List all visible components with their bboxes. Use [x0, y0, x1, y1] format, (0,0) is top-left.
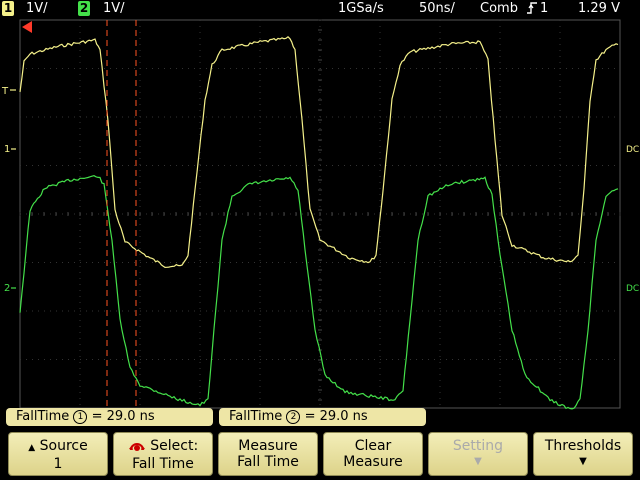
ch2-coupling-label: DC	[626, 284, 639, 294]
ch2-badge[interactable]: 2	[78, 1, 90, 16]
measurement-label: FallTime	[229, 409, 283, 424]
source-softkey[interactable]: ▲ Source 1	[8, 432, 108, 476]
channel-number-icon: 2	[286, 409, 301, 424]
ch1-scale: 1V/	[26, 1, 48, 16]
trigger-level: 1.29 V	[578, 1, 620, 16]
status-bar: 1 1V/ 2 1V/ 1GSa/s 50ns/ Comb 1 1.29 V	[0, 0, 640, 18]
softkey-label: Setting	[452, 438, 504, 454]
ch2-waveform	[19, 175, 619, 410]
softkey-value: Fall Time	[237, 454, 299, 470]
measurement-value: = 29.0 ns	[304, 409, 368, 424]
measure-fall-time-softkey[interactable]: Measure Fall Time	[218, 432, 318, 476]
select-softkey[interactable]: Select: Fall Time	[113, 432, 213, 476]
ch1-coupling-label: DC	[626, 145, 639, 155]
ch1-ground-marker: 1	[4, 144, 10, 155]
softkey-value: Fall Time	[132, 456, 194, 472]
timebase: 50ns/	[419, 1, 455, 16]
measurement-value: = 29.0 ns	[91, 409, 155, 424]
ch2-scale: 1V/	[103, 1, 125, 16]
sample-rate: 1GSa/s	[338, 1, 384, 16]
ch1-waveform	[19, 36, 619, 269]
down-arrow-icon: ▼	[474, 456, 482, 467]
softkey-label: Select:	[150, 438, 199, 454]
down-arrow-icon: ▼	[579, 456, 587, 467]
measurement-readout-1: FallTime 1 = 29.0 ns	[6, 408, 213, 426]
entry-knob-icon	[128, 440, 146, 456]
softkey-label: Measure	[238, 438, 298, 454]
trigger-source: 1	[540, 1, 549, 16]
channel-number-icon: 1	[73, 409, 88, 424]
softkey-label: Thresholds	[544, 438, 622, 454]
clear-measure-softkey[interactable]: Clear Measure	[323, 432, 423, 476]
thresholds-softkey[interactable]: Thresholds ▼	[533, 432, 633, 476]
softkey-label: Clear	[354, 438, 392, 454]
ch2-ground-marker: 2	[4, 283, 10, 294]
softkey-value: Measure	[343, 454, 403, 470]
acquisition-mode: Comb	[480, 1, 518, 16]
softkey-label: Source	[39, 438, 88, 454]
measurement-label: FallTime	[16, 409, 70, 424]
measurement-readout-2: FallTime 2 = 29.0 ns	[219, 408, 426, 426]
trigger-position-icon	[22, 21, 32, 33]
ch1-badge[interactable]: 1	[2, 1, 14, 16]
waveform-display[interactable]: T 1 2 DC DC	[0, 18, 640, 430]
setting-softkey: Setting ▼	[428, 432, 528, 476]
up-arrow-icon: ▲	[28, 443, 36, 453]
softkey-value: 1	[53, 456, 63, 472]
trigger-level-marker: T	[1, 86, 9, 97]
